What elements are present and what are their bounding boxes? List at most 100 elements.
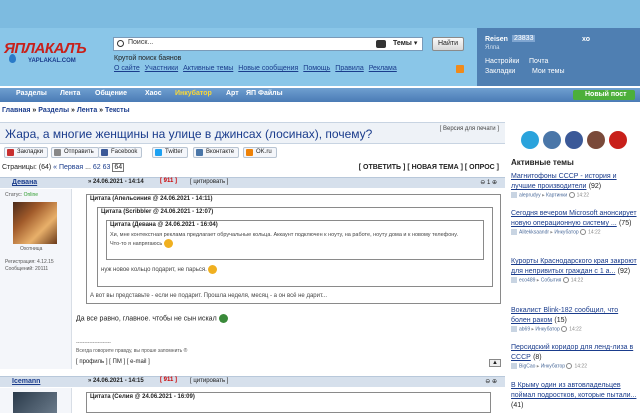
my-themes-link[interactable]: Мои темы [532,68,565,75]
search-scope-label: Темы [393,40,412,47]
scroll-up-button[interactable]: ▲ [489,359,501,367]
share-send-button[interactable]: Отправить [51,147,99,158]
nav-chaos[interactable]: Хаос [145,90,162,97]
nav-art[interactable]: Арт [226,90,239,97]
avatar[interactable] [13,202,57,244]
share-ok-label: OK.ru [256,149,272,155]
bookmarks-link[interactable]: Закладки [485,68,515,75]
avatar[interactable] [13,392,57,413]
active-topic-author[interactable]: ab69 [519,326,530,332]
print-version-link[interactable]: [ Версия для печати ] [440,126,499,132]
facebook-icon[interactable] [565,131,583,149]
camera-icon[interactable] [376,40,386,48]
user-stats: Регистрация: 4.12.15 Сообщений: 20111 [5,259,54,273]
share-ok-button[interactable]: OK.ru [243,147,277,158]
logo-subtext: YAPLAKAL.COM [28,58,76,64]
user-xo[interactable]: хо [582,36,590,43]
link-help[interactable]: Помощь [303,65,330,72]
ok-icon [246,149,253,156]
instagram-icon[interactable] [587,131,605,149]
breadcrumb-feed[interactable]: Лента [77,107,97,114]
msgs-label: Сообщений: [5,266,34,272]
username[interactable]: Reisen [485,36,508,43]
find-button[interactable]: Найти [432,37,464,51]
active-topic-link[interactable]: В Крыму один из автовладельцев поймал по… [511,382,636,399]
post-rating[interactable]: [ 911 ] [160,377,177,383]
settings-link[interactable]: Настройки [485,58,519,65]
youtube-icon[interactable] [609,131,627,149]
active-topic-item[interactable]: Курорты Краснодарского края закроют для … [511,256,638,283]
share-bookmarks-button[interactable]: Закладки [4,147,48,158]
link-about[interactable]: О сайте [114,65,140,72]
page-link-62[interactable]: 62 [93,164,101,171]
nav-sections[interactable]: Разделы [16,90,47,97]
vk-icon[interactable] [543,131,561,149]
nav-social[interactable]: Общение [95,90,127,97]
quote-button[interactable]: [ цитировать ] [190,179,228,185]
post-vote[interactable]: ⊖ 1 ⊕ [480,179,497,186]
share-bookmarks-label: Закладки [17,149,43,155]
search-input[interactable]: Поиск... [128,39,153,46]
quote-outer-head: Цитата (Апельсиния @ 24.06.2021 - 14:11) [90,196,213,202]
link-new-messages[interactable]: Новые сообщения [238,65,298,72]
rss-icon[interactable] [456,65,464,73]
active-topic-section[interactable]: События [541,277,562,283]
active-topic-link[interactable]: Персидский коридор для ленд-лиза в СССР [511,344,633,361]
quote-inner-text: Хи, мне контекстная реклама предлагает о… [110,232,470,248]
breadcrumb-texts[interactable]: Тексты [105,107,130,114]
page-link-63[interactable]: 63 [103,164,111,171]
post-author[interactable]: Icemann [12,378,40,385]
post-footer-links[interactable]: [ профиль ] [ ПМ ] [ e-mail ] [76,359,150,365]
active-topic-link[interactable]: Сегодня вечером Microsoft анонсирует нов… [511,210,637,227]
share-twitter-button[interactable]: Twitter [152,147,188,158]
post-vote[interactable]: ⊖ ⊕ [485,378,497,385]
active-topics-title: Активные темы [511,158,574,167]
status-label: Статус: [5,192,23,198]
link-ads[interactable]: Реклама [369,65,397,72]
active-topic-item[interactable]: Вокалист Blink-182 сообщил, что болен ра… [511,305,638,332]
active-topic-item[interactable]: Сегодня вечером Microsoft анонсирует нов… [511,208,638,235]
active-topic-time: 14:22 [570,277,584,284]
site-logo[interactable]: ЯПЛАКАЛЪ YAPLAKAL.COM [0,40,104,70]
active-topic-item[interactable]: Магнитофоны СССР - история и лучшие прои… [511,171,638,198]
active-topic-item[interactable]: В Крыму один из автовладельцев поймал по… [511,380,638,409]
poll-button[interactable]: [ ОПРОС ] [465,164,499,171]
link-rules[interactable]: Правила [335,65,363,72]
quote-button[interactable]: [ цитировать ] [190,378,228,384]
main-nav: Разделы Лента Общение Хаос Инкубатор Арт… [0,88,640,102]
quote-outer: Цитата (Апельсиния @ 24.06.2021 - 14:11)… [86,194,501,304]
nav-files[interactable]: ЯП Файлы [246,90,283,97]
reply-button[interactable]: [ ОТВЕТИТЬ ] [359,164,406,171]
nav-incubator[interactable]: Инкубатор [175,90,212,97]
breadcrumb-sections[interactable]: Разделы [38,107,69,114]
active-topic-author[interactable]: aleprudyy [519,192,541,198]
breadcrumb: Главная » Разделы » Лента » Тексты [2,107,130,114]
active-topic-count: (75) [618,220,632,227]
new-post-button[interactable]: Новый пост [573,90,635,100]
post-rating[interactable]: [ 911 ] [160,178,177,184]
telegram-icon[interactable] [521,131,539,149]
active-topic-author[interactable]: BigCao [519,363,535,369]
mail-link[interactable]: Почта [529,58,548,65]
link-members[interactable]: Участники [145,65,178,72]
reg-label: Регистрация: [5,259,36,265]
active-topic-section[interactable]: Инкубатор [535,326,559,332]
active-topic-item[interactable]: Персидский коридор для ленд-лиза в СССР … [511,342,638,369]
new-topic-button[interactable]: [ НОВАЯ ТЕМА ] [407,164,463,171]
active-topic-author[interactable]: Alitekksaandr [519,229,549,235]
search-hint-link[interactable]: Крутой поиск баянов [114,55,181,62]
page-first-link[interactable]: « Первая [53,164,83,171]
nav-feed[interactable]: Лента [60,90,80,97]
post-author[interactable]: Девана [12,179,37,186]
active-topic-author[interactable]: eco489 [519,277,535,283]
active-topic-section[interactable]: Инкубатор [541,363,565,369]
share-vk-button[interactable]: Вконтакте [193,147,240,158]
breadcrumb-home[interactable]: Главная [2,107,30,114]
quote-inner: Цитата (Девана @ 24.06.2021 - 16:04) Хи,… [106,220,484,260]
search-scope-dropdown[interactable]: Темы ▾ [393,39,417,47]
share-facebook-button[interactable]: Facebook [98,147,143,158]
active-topic-section[interactable]: Инкубатор [554,229,578,235]
search-box[interactable]: Поиск... Темы ▾ [113,37,423,51]
active-topic-section[interactable]: Картинки [546,192,567,198]
link-active-topics[interactable]: Активные темы [183,65,233,72]
